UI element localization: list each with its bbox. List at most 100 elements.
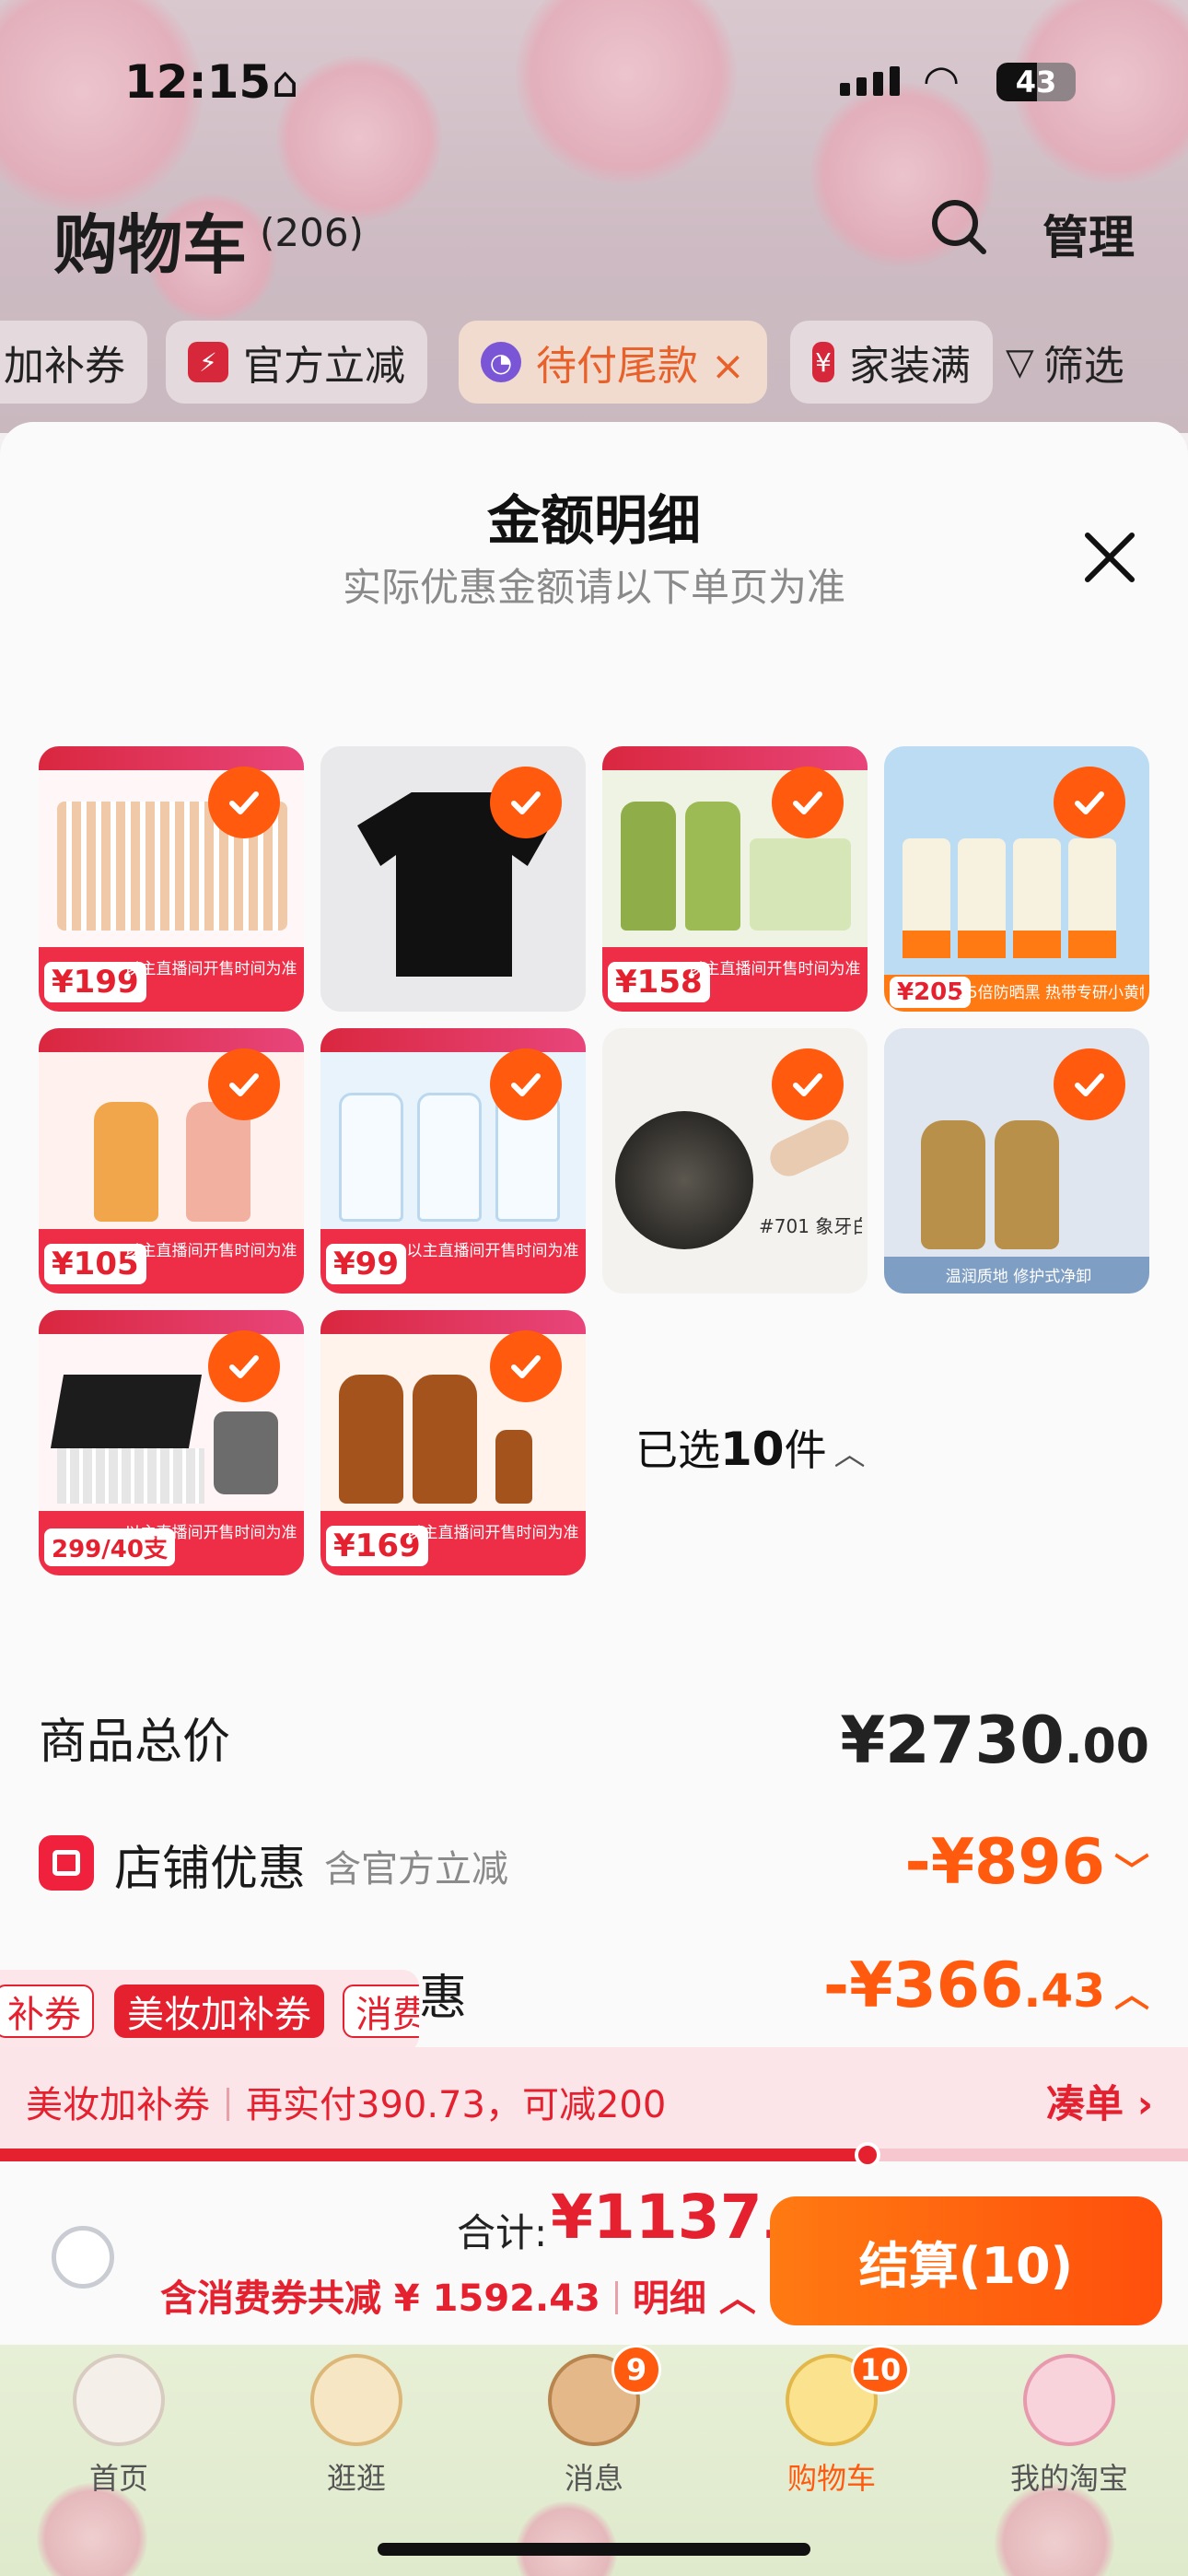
product-caption: 以主直播间开售时间为准 bbox=[406, 1524, 579, 1542]
tab-label: 消息 bbox=[564, 2461, 623, 2496]
filter-chip-pending-balance[interactable]: ◔ 待付尾款 × bbox=[459, 321, 767, 404]
filter-chip-home-decor[interactable]: ¥ 家装满 bbox=[790, 321, 993, 404]
product-thumb[interactable]: ¥169 以主直播间开售时间为准 bbox=[320, 1310, 586, 1575]
shop-discount-row[interactable]: 店铺优惠 含官方立减 -¥896 ﹀ bbox=[39, 1826, 1149, 1903]
shop-icon bbox=[39, 1835, 94, 1891]
tab-label: 我的淘宝 bbox=[1009, 2461, 1128, 2496]
discount-icon: ⚡ bbox=[188, 342, 228, 382]
savings-line[interactable]: 含消费券共减 ¥ 1592.43 明细 ︿ bbox=[160, 2268, 756, 2322]
product-caption: 以主直播间开售时间为准 bbox=[406, 1242, 579, 1260]
tab-label: 首页 bbox=[88, 2461, 148, 2496]
checkout-button[interactable]: 结算(10) bbox=[770, 2196, 1162, 2325]
signal-icon bbox=[840, 66, 900, 96]
shop-discount-amount: -¥896 bbox=[904, 1826, 1105, 1899]
promo-bar[interactable]: 美妆加补券 再实付390.73，可减200 凑单 › bbox=[0, 2047, 1188, 2149]
shop-discount-note: 含官方立减 bbox=[324, 1848, 508, 1891]
clock-icon: ◔ bbox=[481, 342, 521, 382]
cat-mascot-icon bbox=[73, 2354, 165, 2446]
product-caption: 以主直播间开售时间为准 bbox=[124, 1242, 297, 1260]
product-thumb[interactable]: ¥205 25倍防晒黑 热带专研小黄帽 bbox=[884, 746, 1149, 1012]
filter-chip-label: 待付尾款 × bbox=[536, 343, 745, 390]
coupon-tab-active[interactable]: 美妆加补券 bbox=[114, 1985, 324, 2038]
check-icon[interactable] bbox=[208, 767, 280, 838]
filter-row: 加补券 ⚡ 官方立减 ◔ 待付尾款 × ¥ 家装满 ▽ 筛选 bbox=[0, 321, 1188, 404]
product-thumb[interactable]: ¥199 以主直播间开售时间为准 bbox=[39, 746, 304, 1012]
filter-chip-label: 家装满 bbox=[849, 343, 971, 390]
add-items-label: 凑单 bbox=[1046, 2081, 1124, 2126]
selected-count-toggle[interactable]: 已选10件 ︿ bbox=[635, 1417, 866, 1478]
tab-messages[interactable]: 9 消息 bbox=[475, 2345, 713, 2529]
product-thumb[interactable]: ¥105 以主直播间开售时间为准 bbox=[39, 1028, 304, 1294]
chevron-up-icon: ︿ bbox=[833, 1436, 866, 1473]
filter-chip-label: 官方立减 bbox=[243, 343, 405, 390]
chevron-up-icon: ︿ bbox=[718, 2277, 756, 2320]
coupon-tab[interactable]: 补券 bbox=[0, 1985, 94, 2038]
product-thumb[interactable] bbox=[320, 746, 586, 1012]
status-time: 12:15 bbox=[124, 55, 272, 109]
chevron-up-icon: ︿ bbox=[1113, 1974, 1149, 2015]
product-thumb[interactable]: 温润质地 修护式净卸 bbox=[884, 1028, 1149, 1294]
filter-button[interactable]: ▽ 筛选 bbox=[984, 321, 1147, 404]
close-icon[interactable] bbox=[1076, 523, 1144, 591]
check-icon[interactable] bbox=[1054, 767, 1125, 838]
page-title: 购物车 bbox=[53, 207, 247, 283]
filter-chip-coupon[interactable]: 加补券 bbox=[0, 321, 147, 404]
tab-my-taobao[interactable]: 我的淘宝 bbox=[950, 2345, 1188, 2529]
product-thumb[interactable]: #701 象牙白 bbox=[602, 1028, 868, 1294]
product-caption: 以主直播间开售时间为准 bbox=[124, 960, 297, 978]
promo-text: 美妆加补券 再实付390.73，可减200 bbox=[26, 2075, 666, 2128]
total-price-dec: .00 bbox=[1064, 1719, 1149, 1774]
product-caption: 温润质地 修护式净卸 bbox=[945, 1268, 1092, 1286]
product-thumb[interactable]: ¥99 以主直播间开售时间为准 bbox=[320, 1028, 586, 1294]
wifi-icon: ◠ bbox=[923, 55, 961, 105]
coupon-discount-int: -¥366 bbox=[822, 1950, 1024, 2022]
product-caption: 以主直播间开售时间为准 bbox=[688, 960, 861, 978]
status-bar: 12:15 ⌂ ◠ 43 bbox=[0, 37, 1188, 129]
checkout-bar: 合计: ¥1137.57 含消费券共减 ¥ 1592.43明细 ︿ 结算(10) bbox=[0, 2165, 1188, 2345]
select-all-radio[interactable] bbox=[52, 2226, 114, 2289]
tab-label: 购物车 bbox=[786, 2461, 876, 2496]
home-indicator bbox=[378, 2543, 810, 2556]
tab-cart[interactable]: 10 购物车 bbox=[713, 2345, 950, 2529]
check-icon[interactable] bbox=[772, 767, 844, 838]
product-caption: #701 象牙白 bbox=[759, 1215, 862, 1237]
sum-int: ¥1137 bbox=[551, 2182, 763, 2253]
coupon-tab[interactable]: 消费 bbox=[343, 1985, 419, 2038]
tab-explore[interactable]: 逛逛 bbox=[238, 2345, 475, 2529]
product-caption: 以主直播间开售时间为准 bbox=[124, 1524, 297, 1542]
total-price-value: ¥2730.00 bbox=[840, 1703, 1149, 1778]
filter-chip-label: 筛选 bbox=[1042, 343, 1124, 390]
bottom-tab-bar: 首页 逛逛 9 消息 10 购物车 我的淘宝 bbox=[0, 2345, 1188, 2576]
puppy-mascot-icon bbox=[310, 2354, 402, 2446]
filter-chip-official-discount[interactable]: ⚡ 官方立减 bbox=[166, 321, 427, 404]
coupon-tab-strip: 补券 美妆加补券 消费 bbox=[0, 1970, 419, 2053]
home-status-icon: ⌂ bbox=[272, 57, 299, 107]
check-icon[interactable] bbox=[208, 1048, 280, 1120]
selected-count: 10 bbox=[720, 1423, 785, 1476]
coupon-discount-value: -¥366.43 ︿ bbox=[823, 1950, 1149, 2022]
check-icon[interactable] bbox=[772, 1048, 844, 1120]
check-icon[interactable] bbox=[208, 1330, 280, 1402]
search-icon[interactable] bbox=[930, 198, 987, 255]
product-thumb[interactable]: ¥158 以主直播间开售时间为准 bbox=[602, 746, 868, 1012]
shop-discount-label: 店铺优惠 bbox=[114, 1842, 307, 1897]
manage-button[interactable]: 管理 bbox=[1042, 201, 1135, 267]
detail-link[interactable]: 明细 bbox=[633, 2277, 706, 2320]
cart-count: (206) bbox=[260, 210, 364, 255]
check-icon[interactable] bbox=[1054, 1048, 1125, 1120]
coupon-discount-dec: .43 bbox=[1023, 1964, 1105, 2018]
promo-detail: 再实付390.73，可减200 bbox=[246, 2084, 667, 2126]
sheet-subtitle: 实际优惠金额请以下单页为准 bbox=[342, 565, 845, 610]
add-items-link[interactable]: 凑单 › bbox=[1046, 2073, 1153, 2129]
selected-prefix: 已选 bbox=[635, 1425, 720, 1475]
check-icon[interactable] bbox=[490, 1330, 562, 1402]
product-thumb[interactable]: 299/40支 以主直播间开售时间为准 bbox=[39, 1310, 304, 1575]
total-price-int: ¥2730 bbox=[840, 1703, 1065, 1778]
shop-discount-value: -¥896 ﹀ bbox=[905, 1826, 1150, 1899]
sum-label: 合计: bbox=[457, 2210, 548, 2255]
check-icon[interactable] bbox=[490, 1048, 562, 1120]
check-icon[interactable] bbox=[490, 767, 562, 838]
cart-badge: 10 bbox=[851, 2345, 910, 2395]
selected-suffix: 件 bbox=[784, 1425, 827, 1475]
tab-home[interactable]: 首页 bbox=[0, 2345, 238, 2529]
